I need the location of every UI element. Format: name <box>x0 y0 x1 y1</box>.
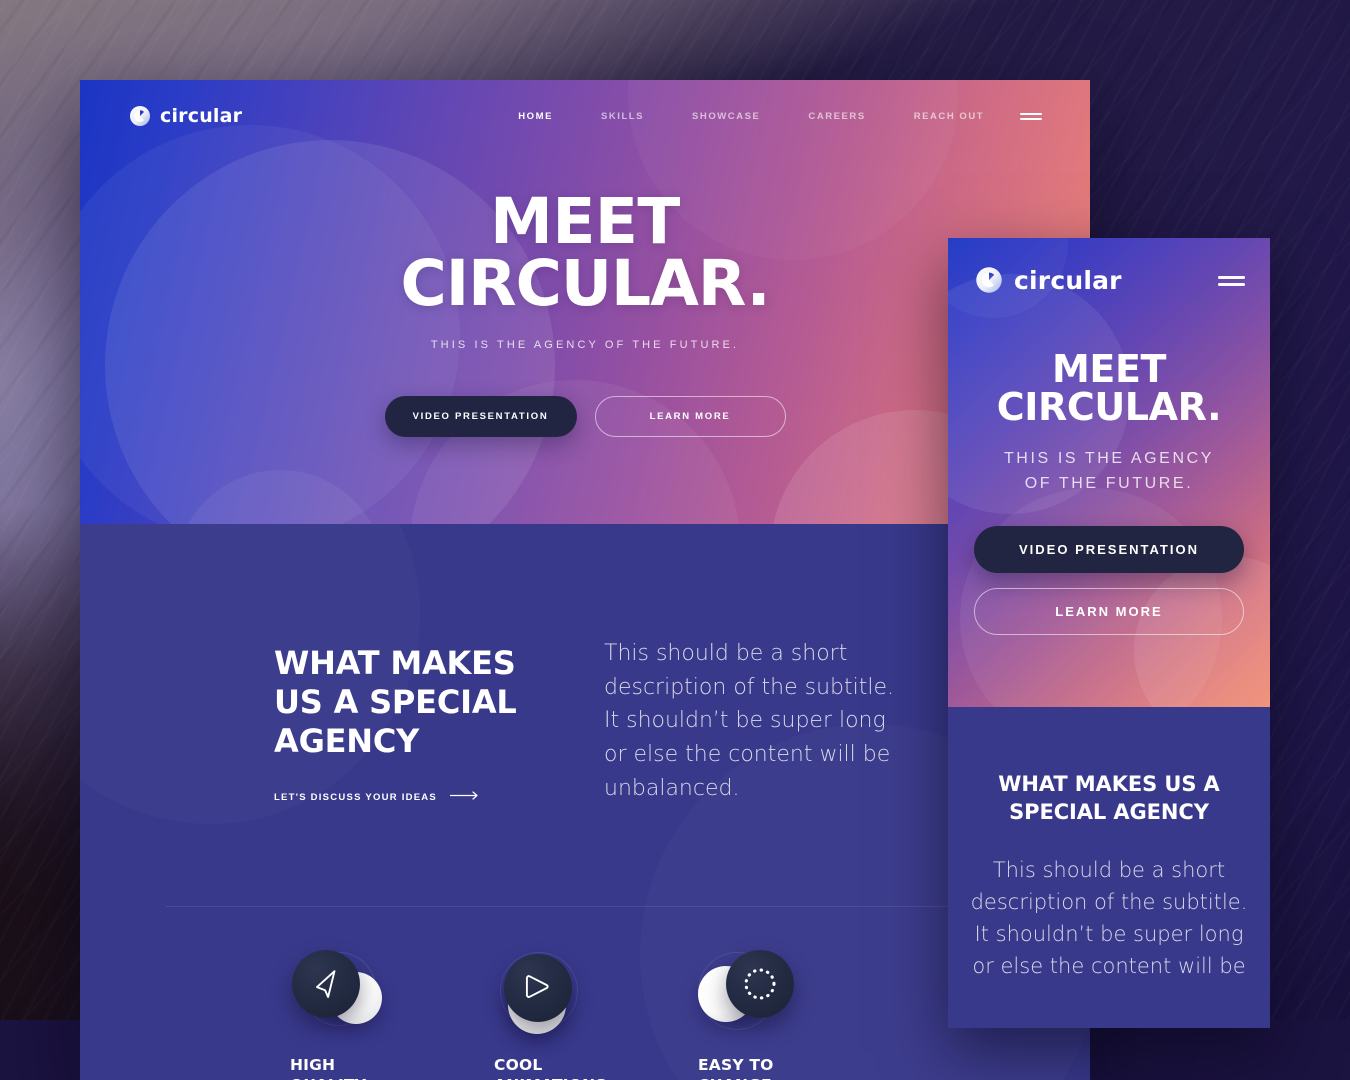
nav-item-skills[interactable]: SKILLS <box>577 111 668 122</box>
hero-title-line2: CIRCULAR. <box>400 246 770 320</box>
mobile-brand-logo[interactable]: circular <box>975 266 1122 295</box>
feature-title-line1: EASY TO <box>698 1056 774 1074</box>
mobile-hero-subtitle-line1: THIS IS THE AGENCY <box>1003 450 1215 467</box>
feature-title-line2: QUALITY <box>290 1076 478 1080</box>
hamburger-menu-icon[interactable] <box>1218 273 1245 287</box>
hamburger-bar <box>1020 118 1042 120</box>
play-icon <box>494 950 594 1034</box>
nav-item-reach-out[interactable]: REACH OUT <box>890 111 1008 122</box>
brand-name: circular <box>160 105 243 127</box>
mobile-about-heading-line1: WHAT MAKES US A <box>998 772 1220 796</box>
mobile-hero-subtitle-line2: OF THE FUTURE. <box>1024 474 1194 492</box>
desktop-navbar: circular HOME SKILLS SHOWCASE CAREERS RE… <box>80 80 1090 152</box>
feature-title-line1: HIGH <box>290 1056 336 1074</box>
cursor-pen-icon <box>290 950 390 1028</box>
mobile-hero-title-line2: CIRCULAR. <box>996 385 1222 429</box>
feature-title-line1: COOL <box>494 1056 543 1074</box>
mobile-hero-title: MEET CIRCULAR. <box>996 322 1222 429</box>
brand-name: circular <box>1014 265 1122 295</box>
play-glyph <box>525 975 549 998</box>
feature-title-line2: ANIMATIONS <box>494 1076 682 1080</box>
hamburger-bar <box>1218 276 1245 279</box>
dotted-circle-icon <box>698 950 798 1030</box>
discuss-ideas-label: LET'S DISCUSS YOUR IDEAS <box>274 791 437 803</box>
mobile-hero-button-group: VIDEO PRESENTATION LEARN MORE <box>974 525 1244 635</box>
feature-title: HIGH QUALITY <box>290 1056 478 1080</box>
desktop-body-section: WHAT MAKES US A SPECIAL AGENCY LET'S DIS… <box>80 524 1090 1080</box>
brand-logo[interactable]: circular <box>129 105 242 127</box>
hamburger-bar <box>1020 113 1042 115</box>
mobile-navbar: circular <box>948 238 1270 322</box>
desktop-hero-section: circular HOME SKILLS SHOWCASE CAREERS RE… <box>80 80 1090 524</box>
feature-title: EASY TO CHANGE <box>698 1056 886 1080</box>
arrow-right-icon <box>449 791 480 803</box>
mobile-body-section: WHAT MAKES US A SPECIAL AGENCY This shou… <box>948 707 1270 1028</box>
feature-title-line2: CHANGE <box>698 1076 886 1080</box>
mobile-hero-section: circular MEET CIRCULAR. THIS IS THE AGEN… <box>948 238 1270 707</box>
nav-item-home[interactable]: HOME <box>494 111 577 122</box>
mobile-about-paragraph: This should be a short description of th… <box>970 857 1248 978</box>
nav-item-showcase[interactable]: SHOWCASE <box>668 111 784 122</box>
about-section: WHAT MAKES US A SPECIAL AGENCY LET'S DIS… <box>80 524 1090 862</box>
mobile-about-heading: WHAT MAKES US A SPECIAL AGENCY <box>974 707 1244 827</box>
circular-logo-icon <box>975 266 1003 294</box>
about-left-column: WHAT MAKES US A SPECIAL AGENCY LET'S DIS… <box>274 524 574 862</box>
feature-card-cool-animations[interactable]: COOL ANIMATIONS <box>478 906 682 1080</box>
video-presentation-button[interactable]: VIDEO PRESENTATION <box>384 395 577 437</box>
circular-logo-icon <box>129 105 151 127</box>
discuss-ideas-link[interactable]: LET'S DISCUSS YOUR IDEAS <box>274 791 574 803</box>
cursor-glyph <box>316 970 336 998</box>
hamburger-bar <box>1218 283 1245 286</box>
mobile-learn-more-button[interactable]: LEARN MORE <box>974 587 1244 635</box>
features-section: HIGH QUALITY COOL ANIMATIONS <box>80 906 1090 1080</box>
feature-card-easy-to-change[interactable]: EASY TO CHANGE <box>682 906 886 1080</box>
feature-title: COOL ANIMATIONS <box>494 1056 682 1080</box>
hamburger-menu-icon[interactable] <box>1020 110 1042 122</box>
mobile-about-heading-line2: SPECIAL AGENCY <box>1009 799 1209 824</box>
learn-more-button[interactable]: LEARN MORE <box>594 395 786 437</box>
about-paragraph: This should be a short description of th… <box>604 641 894 801</box>
feature-card-high-quality[interactable]: HIGH QUALITY <box>274 906 478 1080</box>
hero-title: MEET CIRCULAR. <box>400 190 770 320</box>
mobile-hero-subtitle: THIS IS THE AGENCY OF THE FUTURE. <box>1004 447 1214 497</box>
hero-subtitle: THIS IS THE AGENCY OF THE FUTURE. <box>430 338 740 351</box>
mobile-mockup: circular MEET CIRCULAR. THIS IS THE AGEN… <box>948 238 1270 1028</box>
desktop-mockup: circular HOME SKILLS SHOWCASE CAREERS RE… <box>80 80 1090 1080</box>
desktop-nav-menu: HOME SKILLS SHOWCASE CAREERS REACH OUT <box>494 111 1008 122</box>
hero-button-group: VIDEO PRESENTATION LEARN MORE <box>384 395 786 437</box>
mobile-hero-content: MEET CIRCULAR. THIS IS THE AGENCY OF THE… <box>948 322 1270 635</box>
about-heading: WHAT MAKES US A SPECIAL AGENCY <box>274 644 517 761</box>
nav-item-careers[interactable]: CAREERS <box>784 111 889 122</box>
mobile-video-presentation-button[interactable]: VIDEO PRESENTATION <box>974 525 1244 573</box>
dotted-circle-glyph <box>744 968 776 1000</box>
